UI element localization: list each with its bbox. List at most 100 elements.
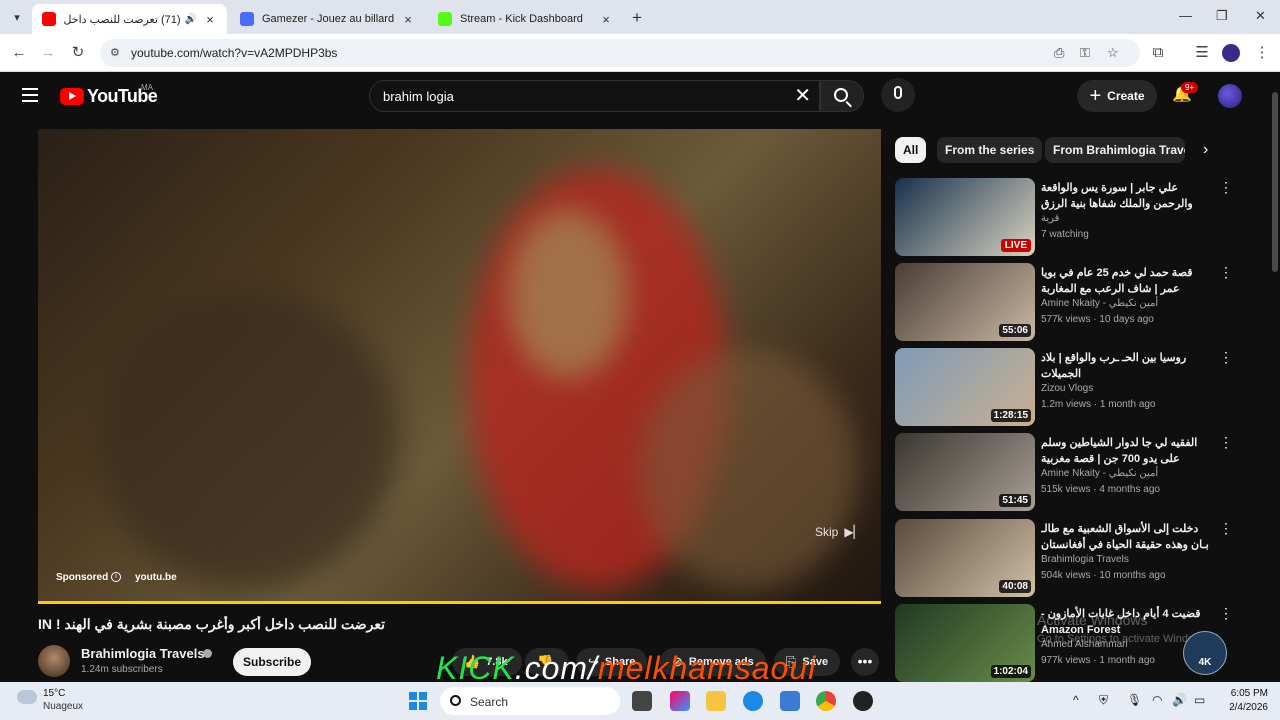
- youtube-logo-icon[interactable]: [60, 88, 84, 105]
- password-key-icon[interactable]: ⚿: [1080, 45, 1090, 61]
- ad-domain-link[interactable]: youtu.be: [135, 572, 177, 583]
- account-avatar[interactable]: [1218, 84, 1242, 108]
- subscribe-button[interactable]: Subscribe: [233, 648, 311, 676]
- wifi-icon[interactable]: ◠: [1152, 693, 1162, 707]
- tab-kick[interactable]: Stream - Kick Dashboard ×: [428, 4, 623, 34]
- channel-name[interactable]: Brahimlogia Travels: [81, 646, 205, 661]
- skip-label: Skip: [815, 525, 839, 539]
- show-hidden-icons-icon[interactable]: ^: [1073, 693, 1079, 707]
- video-thumbnail[interactable]: 40:08: [895, 519, 1035, 597]
- more-options-icon[interactable]: ⋮: [1219, 265, 1233, 279]
- cloud-icon[interactable]: [17, 690, 37, 704]
- video-thumbnail[interactable]: 1:02:04: [895, 604, 1035, 682]
- security-icon[interactable]: ⛨: [1099, 693, 1108, 708]
- chip-from-series[interactable]: From the series: [937, 137, 1043, 163]
- file-explorer-icon[interactable]: [706, 691, 726, 711]
- url-text[interactable]: youtube.com/watch?v=vA2MPDHP3bs: [131, 46, 337, 60]
- more-options-icon[interactable]: ⋮: [1219, 435, 1233, 449]
- close-tab-icon[interactable]: ×: [203, 12, 217, 27]
- recommendation-channel[interactable]: Zizou Vlogs: [1041, 383, 1093, 394]
- taskbar-search[interactable]: Search: [440, 687, 620, 715]
- tab-youtube[interactable]: (71) تعرضت للنصب داخل أك 🔊 ×: [32, 4, 227, 34]
- gamezer-favicon-icon: [240, 12, 254, 26]
- video-thumbnail[interactable]: 55:06: [895, 263, 1035, 341]
- video-thumbnail[interactable]: 51:45: [895, 433, 1035, 511]
- site-info-icon[interactable]: ⚙: [110, 46, 124, 60]
- ad-info-icon[interactable]: i: [111, 572, 121, 582]
- recommendation-item[interactable]: 51:45 الفقيه لي جا لدوار الشياطين وسلم عل…: [895, 433, 1235, 513]
- search-query[interactable]: brahim logia: [383, 89, 454, 104]
- more-actions-icon[interactable]: •••: [851, 648, 879, 676]
- copilot-icon[interactable]: [670, 691, 690, 711]
- voice-search-button[interactable]: [881, 78, 915, 112]
- more-options-icon[interactable]: ⋮: [1219, 180, 1233, 194]
- recommendation-item[interactable]: 55:06 قصة حمد لي خدم 25 عام في بويا عمر |…: [895, 263, 1235, 343]
- store-icon[interactable]: [780, 691, 800, 711]
- search-button[interactable]: [820, 80, 864, 112]
- tab-gamezer[interactable]: Gamezer - Jouez au billard, aux ×: [230, 4, 425, 34]
- taskbar-clock[interactable]: 6:05 PM 2/4/2026: [1222, 687, 1268, 715]
- install-app-icon[interactable]: ⎙: [1054, 45, 1064, 61]
- tab-title: Gamezer - Jouez au billard, aux: [262, 13, 395, 25]
- recommendation-channel[interactable]: Amine Nkaity - أمين نكيطي: [1041, 298, 1158, 309]
- video-player[interactable]: Skip ▶▏ Sponsored i youtu.be: [38, 129, 881, 604]
- channel-avatar[interactable]: [38, 645, 70, 677]
- volume-icon[interactable]: 🔊: [1172, 693, 1187, 707]
- recommendation-channel[interactable]: Amine Nkaity - أمين نكيطي: [1041, 468, 1158, 479]
- recommendation-channel[interactable]: قرية: [1041, 213, 1059, 224]
- windows-start-icon[interactable]: [409, 692, 427, 710]
- notification-count-badge: 9+: [1181, 82, 1199, 93]
- extensions-icon[interactable]: ⧉: [1148, 43, 1168, 63]
- menu-icon[interactable]: [22, 88, 38, 102]
- back-icon[interactable]: ←: [9, 43, 29, 63]
- recommendation-title[interactable]: دخلت إلى الأسواق الشعبية مع طالـ بـان وه…: [1041, 521, 1211, 553]
- close-tab-icon[interactable]: ×: [599, 12, 613, 27]
- scroll-thumb[interactable]: [1272, 92, 1278, 272]
- recommendation-item[interactable]: 40:08 دخلت إلى الأسواق الشعبية مع طالـ بـ…: [895, 519, 1235, 599]
- chevron-right-icon[interactable]: ›: [1203, 141, 1208, 159]
- recommendation-item[interactable]: LIVE علي جابر | سورة يس والواقعة والرحمن …: [895, 178, 1235, 258]
- new-tab-icon[interactable]: +: [632, 8, 642, 28]
- microphone-tray-icon[interactable]: 🎙: [1127, 693, 1142, 707]
- forward-icon[interactable]: →: [38, 43, 58, 63]
- recommendation-title[interactable]: الفقيه لي جا لدوار الشياطين وسلم على يدو…: [1041, 435, 1211, 467]
- obs-icon[interactable]: [853, 691, 873, 711]
- skip-ad-button[interactable]: Skip ▶▏: [805, 520, 873, 544]
- recommendation-title[interactable]: روسيا بين الحـ ـرب والواقع | بلاد الجميل…: [1041, 350, 1211, 382]
- address-bar[interactable]: ⚙ youtube.com/watch?v=vA2MPDHP3bs ⎙ ⚿ ☆: [100, 39, 1140, 67]
- page-scrollbar[interactable]: [1270, 72, 1280, 682]
- speaker-icon[interactable]: 🔊: [185, 14, 197, 25]
- more-options-icon[interactable]: ⋮: [1219, 606, 1233, 620]
- chip-all[interactable]: All: [895, 137, 927, 163]
- search-input[interactable]: brahim logia ✕: [369, 80, 820, 112]
- video-thumbnail[interactable]: 1:28:15: [895, 348, 1035, 426]
- bookmark-star-icon[interactable]: ☆: [1107, 45, 1119, 61]
- media-control-icon[interactable]: ☰: [1192, 43, 1212, 63]
- task-view-icon[interactable]: [632, 691, 652, 711]
- clear-search-icon[interactable]: ✕: [794, 85, 811, 107]
- profile-avatar[interactable]: [1222, 44, 1240, 62]
- recommendation-item[interactable]: 1:28:15 روسيا بين الحـ ـرب والواقع | بلاد…: [895, 348, 1235, 428]
- create-button[interactable]: + Create: [1077, 80, 1157, 112]
- restore-icon[interactable]: ❐: [1216, 8, 1228, 24]
- recommendation-channel[interactable]: Brahimlogia Travels: [1041, 554, 1129, 565]
- recommendation-title[interactable]: قصة حمد لي خدم 25 عام في بويا عمر | شاف …: [1041, 265, 1211, 297]
- weather-condition[interactable]: Nuageux: [43, 701, 83, 712]
- video-thumbnail[interactable]: LIVE: [895, 178, 1035, 256]
- reload-icon[interactable]: ↻: [68, 43, 88, 63]
- weather-temperature[interactable]: 15°C: [43, 688, 65, 699]
- more-options-icon[interactable]: ⋮: [1219, 350, 1233, 364]
- recommendation-title[interactable]: علي جابر | سورة يس والواقعة والرحمن والم…: [1041, 180, 1211, 212]
- chip-from-channel[interactable]: From Brahimlogia Travels: [1045, 137, 1185, 163]
- browser-menu-icon[interactable]: ⋮: [1252, 43, 1272, 63]
- tab-search-icon[interactable]: ▾: [8, 8, 26, 26]
- close-window-icon[interactable]: ✕: [1255, 8, 1266, 24]
- more-options-icon[interactable]: ⋮: [1219, 521, 1233, 535]
- duration-badge: 1:28:15: [990, 409, 1031, 422]
- battery-icon[interactable]: ▭: [1194, 693, 1205, 707]
- chrome-icon[interactable]: [816, 691, 836, 711]
- minimize-icon[interactable]: —: [1179, 8, 1192, 23]
- duration-badge: 51:45: [999, 494, 1031, 507]
- close-tab-icon[interactable]: ×: [401, 12, 415, 27]
- edge-icon[interactable]: [743, 691, 763, 711]
